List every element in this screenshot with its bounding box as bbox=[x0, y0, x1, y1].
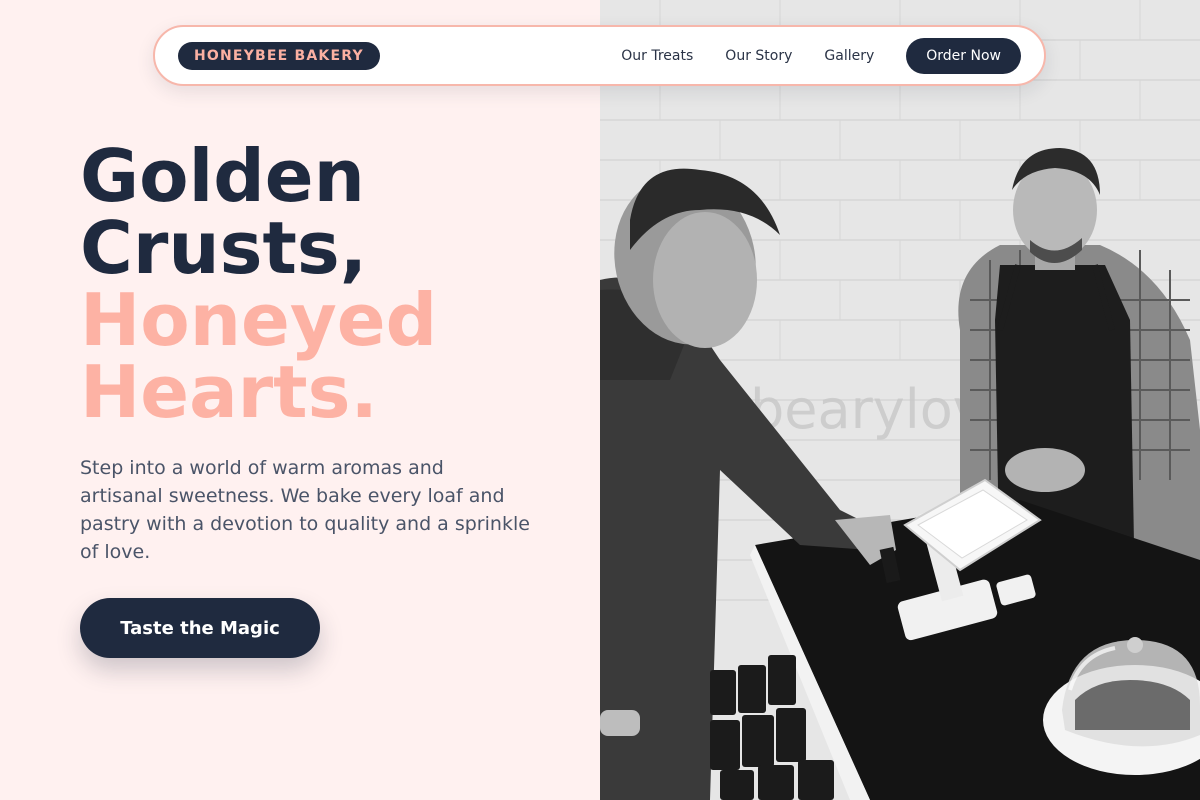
brand-logo[interactable]: HONEYBEE BAKERY bbox=[178, 41, 380, 70]
hero-title-line-2: Crusts, bbox=[80, 206, 368, 290]
nav-link-our-story[interactable]: Our Story bbox=[725, 48, 792, 64]
nav-link-gallery[interactable]: Gallery bbox=[824, 48, 874, 64]
hero-title-line-3: Honeyed bbox=[80, 278, 438, 362]
hero-title-line-1: Golden bbox=[80, 134, 365, 218]
taste-the-magic-button[interactable]: Taste the Magic bbox=[80, 598, 320, 658]
hero-photo: bearylove bbox=[600, 0, 1200, 800]
nav-links: Our Treats Our Story Gallery Order Now bbox=[621, 37, 1021, 74]
hero-title: Golden Crusts, Honeyed Hearts. bbox=[80, 140, 437, 428]
hero-title-line-4: Hearts. bbox=[80, 350, 378, 434]
bakery-counter-photo: bearylove bbox=[600, 0, 1200, 800]
nav-link-our-treats[interactable]: Our Treats bbox=[621, 48, 693, 64]
top-navigation-bar: HONEYBEE BAKERY Our Treats Our Story Gal… bbox=[153, 25, 1046, 86]
order-now-button[interactable]: Order Now bbox=[906, 37, 1021, 74]
hero-description: Step into a world of warm aromas and art… bbox=[80, 457, 530, 563]
